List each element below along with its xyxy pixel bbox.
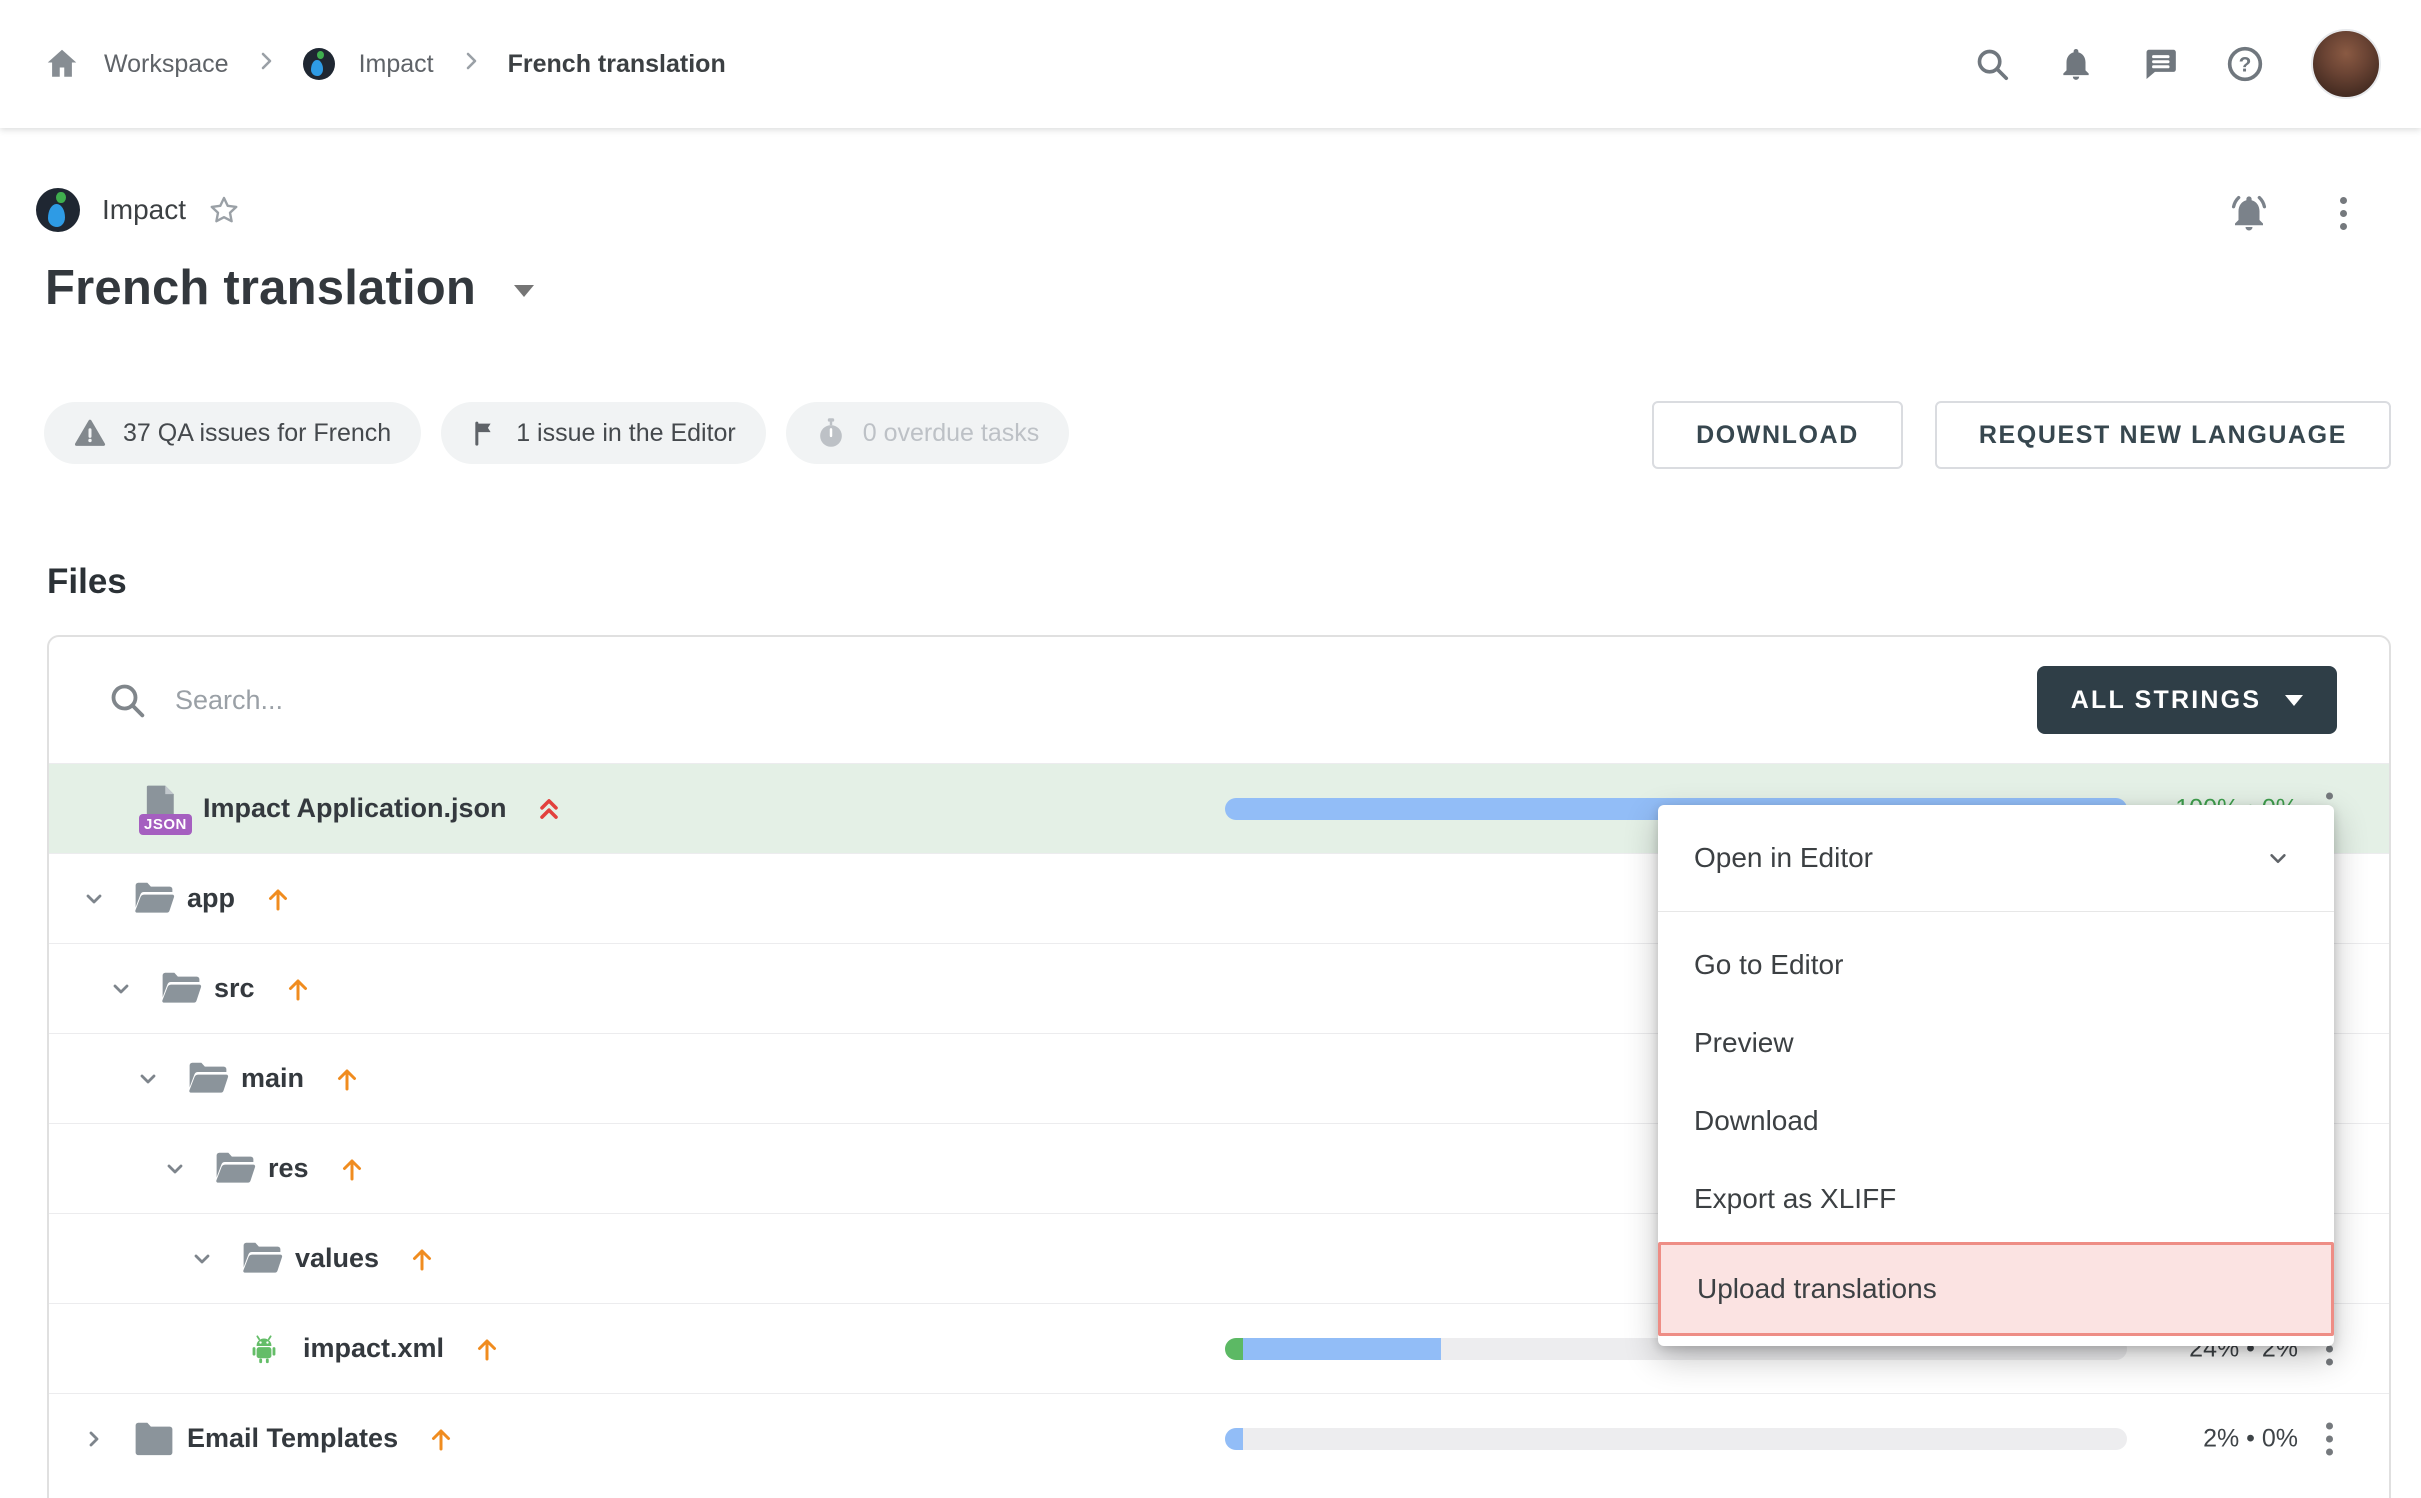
file-context-menu: Open in Editor Go to Editor Preview Down… <box>1658 805 2334 1346</box>
star-icon[interactable] <box>208 194 240 226</box>
menu-item-upload-translations[interactable]: Upload translations <box>1658 1242 2334 1336</box>
help-icon[interactable]: ? <box>2225 44 2265 84</box>
upload-arrow-icon <box>472 1334 502 1364</box>
bell-ring-icon[interactable] <box>2228 192 2270 234</box>
menu-item-preview[interactable]: Preview <box>1658 1004 2334 1082</box>
search-icon[interactable] <box>1973 45 2011 83</box>
row-kebab-menu-icon[interactable] <box>2322 1418 2337 1459</box>
folder-name: src <box>214 973 255 1004</box>
folder-name: values <box>295 1243 379 1274</box>
upload-arrow-icon <box>337 1154 367 1184</box>
chevron-down-icon <box>2262 842 2294 874</box>
folder-open-icon <box>133 881 175 916</box>
title-caret-down-icon[interactable] <box>514 285 534 297</box>
overdue-tasks-chip: 0 overdue tasks <box>786 402 1070 464</box>
folder-name: app <box>187 883 235 914</box>
folder-open-icon <box>214 1151 256 1186</box>
chevron-right-icon <box>458 48 484 81</box>
files-search-row: ALL STRINGS <box>49 637 2389 763</box>
chevron-down-icon[interactable] <box>162 1156 188 1182</box>
qa-issues-label: 37 QA issues for French <box>123 419 391 448</box>
breadcrumb-workspace[interactable]: Workspace <box>104 50 229 79</box>
notifications-bell-icon[interactable] <box>2057 45 2095 83</box>
folder-name: main <box>241 1063 304 1094</box>
flag-icon <box>471 418 499 448</box>
priority-high-icon <box>535 795 563 823</box>
all-strings-label: ALL STRINGS <box>2071 686 2261 715</box>
menu-item-download[interactable]: Download <box>1658 1082 2334 1160</box>
download-button[interactable]: DOWNLOAD <box>1652 401 1903 469</box>
folder-closed-icon <box>133 1421 175 1456</box>
progress-percent: 2% • 0% <box>2058 1424 2298 1453</box>
upload-arrow-icon <box>332 1064 362 1094</box>
caret-down-icon <box>2285 695 2303 706</box>
editor-issues-label: 1 issue in the Editor <box>516 419 736 448</box>
chevron-down-icon[interactable] <box>189 1246 215 1272</box>
folder-open-icon <box>187 1061 229 1096</box>
chevron-right-icon <box>253 48 279 81</box>
chevron-down-icon[interactable] <box>135 1066 161 1092</box>
json-file-icon: JSON <box>139 783 183 835</box>
folder-name: res <box>268 1153 309 1184</box>
project-logo <box>36 188 80 232</box>
chevron-down-icon[interactable] <box>81 886 107 912</box>
project-logo-icon <box>303 48 335 80</box>
upload-arrow-icon <box>263 884 293 914</box>
project-header-actions <box>2228 192 2351 234</box>
menu-items: Go to Editor Preview Download Export as … <box>1658 912 2334 1336</box>
chevron-right-icon[interactable] <box>81 1426 107 1452</box>
overdue-tasks-label: 0 overdue tasks <box>863 419 1040 448</box>
svg-text:?: ? <box>2239 53 2252 76</box>
breadcrumb-current-page: French translation <box>508 50 726 79</box>
menu-item-go-to-editor[interactable]: Go to Editor <box>1658 926 2334 1004</box>
menu-item-open-in-editor[interactable]: Open in Editor <box>1658 805 2334 912</box>
home-icon[interactable] <box>44 46 80 82</box>
warning-icon <box>74 417 106 449</box>
breadcrumb-project[interactable]: Impact <box>359 50 434 79</box>
files-search-input[interactable] <box>175 685 2009 716</box>
files-heading: Files <box>47 562 127 602</box>
chat-icon[interactable] <box>2141 45 2179 83</box>
menu-item-export-as-xliff[interactable]: Export as XLIFF <box>1658 1160 2334 1238</box>
top-bar-actions: ? <box>1973 29 2381 99</box>
chevron-down-icon[interactable] <box>108 976 134 1002</box>
progress-bar <box>1225 1428 2127 1450</box>
folder-open-icon <box>241 1241 283 1276</box>
upload-arrow-icon <box>283 974 313 1004</box>
search-icon <box>107 680 147 720</box>
folder-open-icon <box>160 971 202 1006</box>
editor-issues-chip[interactable]: 1 issue in the Editor <box>441 402 766 464</box>
page-title-row: French translation <box>45 260 534 316</box>
project-name: Impact <box>102 194 186 226</box>
request-new-language-button[interactable]: REQUEST NEW LANGUAGE <box>1935 401 2391 469</box>
file-name: Impact Application.json <box>203 793 507 824</box>
json-badge: JSON <box>139 814 192 835</box>
user-avatar[interactable] <box>2311 29 2381 99</box>
upload-arrow-icon <box>426 1424 456 1454</box>
project-header: Impact <box>36 188 240 232</box>
qa-issues-chip[interactable]: 37 QA issues for French <box>44 402 421 464</box>
status-chips: 37 QA issues for French 1 issue in the E… <box>44 402 1069 464</box>
all-strings-filter-button[interactable]: ALL STRINGS <box>2037 666 2337 734</box>
menu-item-label: Open in Editor <box>1694 842 1873 874</box>
page-title: French translation <box>45 260 476 316</box>
app-root: Workspace Impact French translation ? <box>0 0 2421 1498</box>
header-buttons: DOWNLOAD REQUEST NEW LANGUAGE <box>1652 401 2391 469</box>
project-kebab-menu-icon[interactable] <box>2336 193 2351 234</box>
breadcrumb: Workspace Impact French translation <box>44 46 726 82</box>
folder-name: Email Templates <box>187 1423 398 1454</box>
android-icon <box>245 1332 283 1366</box>
top-bar: Workspace Impact French translation ? <box>0 0 2421 128</box>
file-name: impact.xml <box>303 1333 444 1364</box>
upload-arrow-icon <box>407 1244 437 1274</box>
folder-row-email-templates[interactable]: Email Templates 2% • 0% <box>49 1393 2389 1483</box>
stopwatch-icon <box>816 417 846 449</box>
